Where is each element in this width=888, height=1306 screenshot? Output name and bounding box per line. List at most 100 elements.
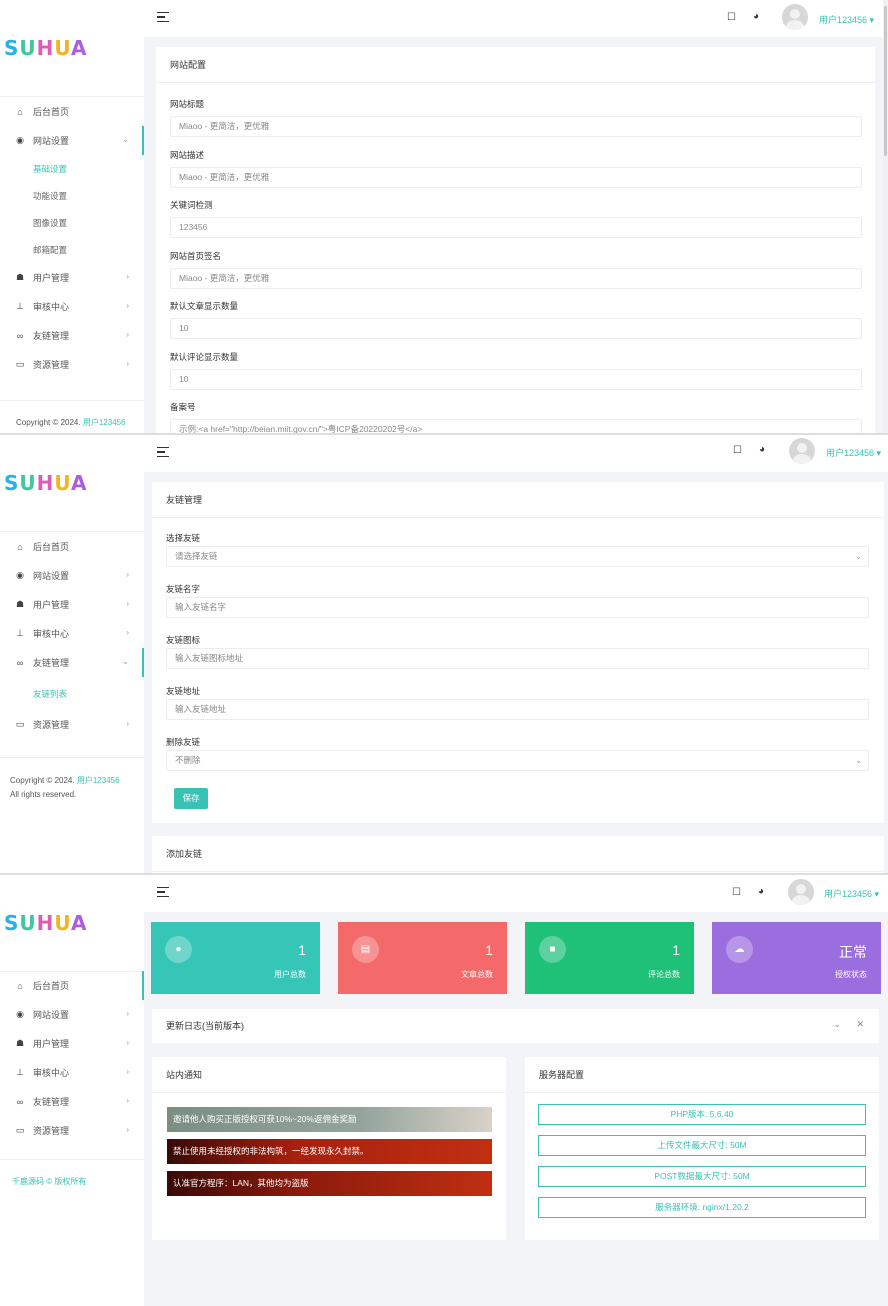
sidebar-item-resources[interactable]: ▭ 资源管理 › bbox=[0, 1116, 144, 1145]
sidebar-item-resources[interactable]: ▭ 资源管理 › bbox=[0, 710, 144, 739]
sidebar-item-home[interactable]: ⌂ 后台首页 bbox=[0, 97, 144, 126]
cloud-icon: ☁ bbox=[726, 936, 753, 963]
notice-banner[interactable]: 禁止使用未经授权的非法构筑，一经发现永久封禁。 bbox=[167, 1139, 492, 1164]
field-label: 友链图标 bbox=[166, 635, 201, 645]
notice-banner[interactable]: 邀请他人购买正版授权可获10%~20%返佣金奖励 bbox=[167, 1107, 492, 1132]
field-input[interactable]: 10 bbox=[170, 368, 862, 390]
user-menu[interactable]: 用户123456 ▾ bbox=[826, 446, 881, 459]
screen-site-config: SUHUA ⌂ 后台首页 ◉ 网站设置 ⌄ 基础设置 功能设置 图像设置 邮箱配置 ☗… bbox=[0, 0, 888, 433]
sidebar-subitem-email-settings[interactable]: 邮箱配置 bbox=[0, 236, 144, 263]
save-button[interactable]: 保存 bbox=[174, 788, 208, 809]
user-menu[interactable]: 用户123456 ▾ bbox=[824, 887, 879, 900]
sidebar-item-home[interactable]: ⌂ 后台首页 bbox=[0, 971, 144, 1000]
field-input[interactable]: Miaoo - 更简洁，更优雅 bbox=[170, 116, 862, 137]
field-label: 备案号 bbox=[170, 402, 196, 412]
update-log-title: 更新日志(当前版本) bbox=[166, 1021, 244, 1031]
collapse-icon[interactable]: ⌄ bbox=[833, 1019, 841, 1030]
server-card: 服务器配置 PHP版本: 5.6.40 上传文件最大尺寸: 50M POST数据最大… bbox=[525, 1057, 879, 1240]
edit-icon[interactable]: ☐ bbox=[727, 12, 736, 23]
avatar[interactable] bbox=[789, 438, 815, 464]
folder-icon: ▭ bbox=[15, 1125, 25, 1135]
menu-toggle-icon[interactable] bbox=[157, 12, 169, 25]
field-input[interactable]: 输入友链地址 bbox=[166, 699, 869, 720]
home-icon: ⌂ bbox=[17, 980, 23, 991]
field-select[interactable]: 不删除 ⌄ bbox=[166, 750, 869, 771]
menu-toggle-icon[interactable] bbox=[157, 447, 169, 460]
palette-icon[interactable]: ◕ bbox=[758, 886, 764, 897]
field-input[interactable]: 输入友链名字 bbox=[166, 597, 869, 618]
globe-icon: ◉ bbox=[16, 570, 24, 580]
sidebar-subitem-image-settings[interactable]: 图像设置 bbox=[0, 209, 144, 236]
server-info-row: PHP版本: 5.6.40 bbox=[538, 1104, 866, 1125]
chevron-right-icon: › bbox=[126, 1038, 129, 1047]
sidebar-menu: ⌂ 后台首页 ◉ 网站设置 › ☗ 用户管理 › ⊥ 审核中心 › ∞ 友链管理 ⌄ 友链列表 ▭… bbox=[0, 532, 144, 739]
comment-icon: ■ bbox=[539, 936, 566, 963]
topbar: ☐ ◕ 用户123456 ▾ bbox=[144, 0, 888, 37]
palette-icon[interactable]: ◕ bbox=[753, 11, 759, 22]
globe-icon: ◉ bbox=[16, 1009, 24, 1019]
palette-icon[interactable]: ◕ bbox=[759, 444, 765, 455]
server-info-row: POST数据最大尺寸: 50M bbox=[538, 1166, 866, 1187]
stat-value: 1 bbox=[485, 942, 493, 958]
field-label: 友链地址 bbox=[166, 686, 201, 696]
field-label: 默认评论显示数量 bbox=[170, 351, 239, 362]
sidebar-item-users[interactable]: ☗ 用户管理 › bbox=[0, 263, 144, 292]
notice-banner[interactable]: 认准官方程序：LAN，其他均为盗版 bbox=[167, 1171, 492, 1196]
brand-logo[interactable]: SUHUA bbox=[4, 473, 88, 493]
sidebar-item-site-settings[interactable]: ◉ 网站设置 › bbox=[0, 561, 144, 590]
sidebar-subitem-basic-settings[interactable]: 基础设置 bbox=[0, 155, 144, 182]
copyright: Copyright © 2024. 用户123456 bbox=[16, 418, 126, 427]
sidebar-item-audit[interactable]: ⊥ 审核中心 › bbox=[0, 1058, 144, 1087]
menu-toggle-icon[interactable] bbox=[157, 887, 169, 900]
field-input[interactable]: 示例:<a href="http://beian.miit.gov.cn/">粤… bbox=[170, 419, 862, 433]
server-info-row: 上传文件最大尺寸: 50M bbox=[538, 1135, 866, 1156]
sidebar-item-site-settings[interactable]: ◉ 网站设置 › bbox=[0, 1000, 144, 1029]
topbar: ☐ ◕ 用户123456 ▾ bbox=[144, 435, 888, 472]
scrollbar[interactable] bbox=[883, 0, 888, 433]
brand-logo[interactable]: SUHUA bbox=[4, 913, 88, 933]
sidebar-subitem-link-list[interactable]: 友链列表 bbox=[0, 677, 144, 710]
chevron-down-icon: ⌄ bbox=[122, 657, 129, 666]
sidebar-subitem-function-settings[interactable]: 功能设置 bbox=[0, 182, 144, 209]
screen-dashboard: SUHUA ⌂ 后台首页 ◉ 网站设置 › ☗ 用户管理 › ⊥ 审核中心 › ∞ 友链管理 › … bbox=[0, 875, 888, 1306]
avatar[interactable] bbox=[782, 4, 808, 30]
chevron-right-icon: › bbox=[126, 628, 129, 637]
field-input[interactable]: Miaoo - 更简洁，更优雅 bbox=[170, 267, 862, 289]
chevron-right-icon: › bbox=[126, 301, 129, 310]
field-label: 网站首页签名 bbox=[170, 250, 222, 261]
field-input[interactable]: 10 bbox=[170, 318, 862, 339]
stat-card: ● 1 用户总数 bbox=[151, 922, 320, 994]
stat-card: ☁ 正常 授权状态 bbox=[712, 922, 881, 994]
edit-icon[interactable]: ☐ bbox=[732, 887, 741, 898]
card-title: 友链管理 bbox=[152, 482, 884, 518]
brand-logo[interactable]: SUHUA bbox=[4, 38, 88, 58]
sidebar-item-home[interactable]: ⌂ 后台首页 bbox=[0, 532, 144, 561]
folder-icon: ▭ bbox=[15, 719, 25, 729]
sidebar: SUHUA ⌂ 后台首页 ◉ 网站设置 › ☗ 用户管理 › ⊥ 审核中心 › ∞ 友链管理 › … bbox=[0, 875, 144, 1306]
close-icon[interactable]: ✕ bbox=[856, 1019, 864, 1030]
chevron-right-icon: › bbox=[126, 719, 129, 728]
server-info-row: 服务器环境: nginx/1.20.2 bbox=[538, 1197, 866, 1218]
sidebar-item-audit[interactable]: ⊥ 审核中心 › bbox=[0, 619, 144, 648]
chevron-right-icon: › bbox=[126, 1125, 129, 1134]
edit-icon[interactable]: ☐ bbox=[733, 445, 742, 456]
sidebar-item-links[interactable]: ∞ 友链管理 ⌄ bbox=[0, 648, 144, 677]
sidebar-item-users[interactable]: ☗ 用户管理 › bbox=[0, 1029, 144, 1058]
sidebar-item-links[interactable]: ∞ 友链管理 › bbox=[0, 1087, 144, 1116]
user-menu[interactable]: 用户123456 ▾ bbox=[819, 13, 874, 26]
field-label: 友链名字 bbox=[166, 584, 201, 594]
sidebar-item-links[interactable]: ∞ 友链管理 › bbox=[0, 321, 144, 350]
field-input[interactable]: Miaoo - 更简洁，更优雅 bbox=[170, 166, 862, 188]
field-input[interactable]: 输入友链图标地址 bbox=[166, 648, 869, 669]
sidebar-item-resources[interactable]: ▭ 资源管理 › bbox=[0, 350, 144, 379]
avatar[interactable] bbox=[788, 879, 814, 905]
users-icon: ☗ bbox=[15, 1038, 25, 1048]
chevron-down-icon: ⌄ bbox=[855, 756, 862, 765]
field-input[interactable]: 123456 bbox=[170, 217, 862, 238]
stat-label: 评论总数 bbox=[648, 970, 680, 979]
chevron-right-icon: › bbox=[126, 330, 129, 339]
sidebar-item-audit[interactable]: ⊥ 审核中心 › bbox=[0, 292, 144, 321]
sidebar-item-site-settings[interactable]: ◉ 网站设置 ⌄ bbox=[0, 126, 144, 155]
field-select[interactable]: 请选择友链 ⌄ bbox=[166, 546, 869, 567]
sidebar-item-users[interactable]: ☗ 用户管理 › bbox=[0, 590, 144, 619]
